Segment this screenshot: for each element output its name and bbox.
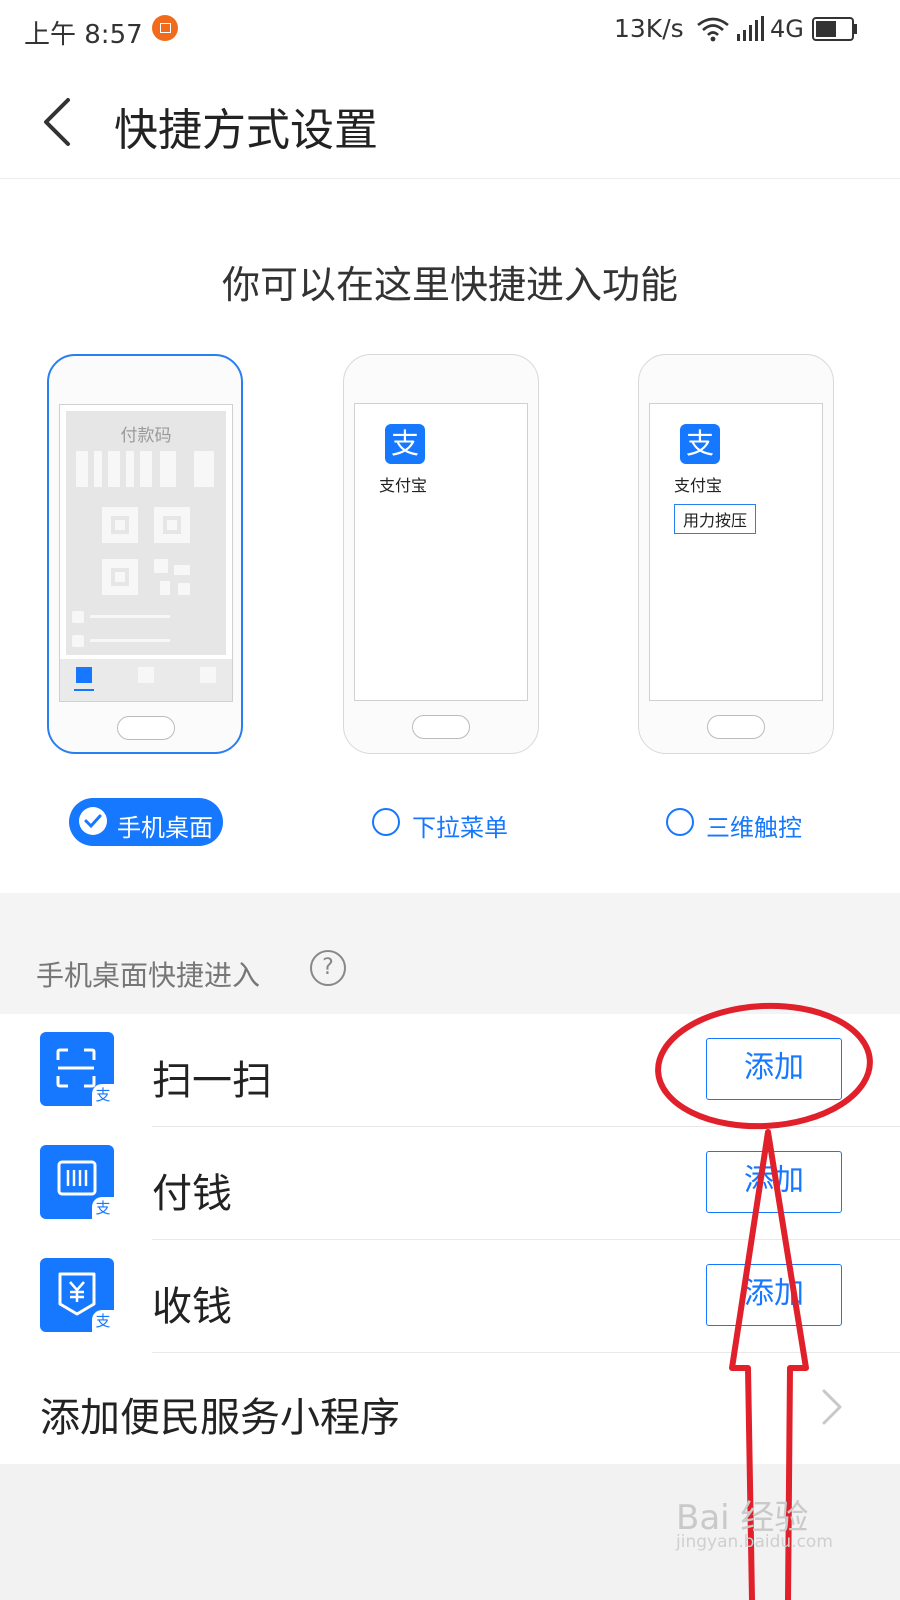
chevron-left-icon[interactable] — [36, 96, 80, 148]
more-label: 添加便民服务小程序 — [40, 1395, 400, 1441]
page-title: 快捷方式设置 — [114, 105, 378, 156]
network-type: 4G — [770, 15, 804, 43]
option-label: 手机桌面 — [117, 814, 213, 842]
status-time: 上午 8:57 — [24, 20, 143, 50]
alipay-badge: 支 — [92, 1084, 114, 1106]
network-speed: 13K/s — [614, 14, 684, 43]
preview-home-screen[interactable]: 付款码 — [47, 354, 243, 754]
tab-underline — [74, 689, 94, 691]
section-title: 手机桌面快捷进入 — [36, 959, 261, 992]
paycode-panel: 付款码 — [66, 411, 226, 655]
shortcut-list: 支 扫一扫 添加 支 付钱 添加 支 收钱 添加 添加便民服务小程序 — [0, 1014, 900, 1465]
list-bullet — [72, 611, 84, 623]
wifi-icon — [697, 17, 729, 42]
list-bullet — [72, 635, 84, 647]
intro-text: 你可以在这里快捷进入功能 — [221, 263, 678, 307]
preview-dropdown-menu[interactable]: 支 支付宝 — [343, 354, 539, 754]
alipay-badge: 支 — [92, 1310, 114, 1332]
tab-icon — [200, 667, 216, 683]
option-dropdown-menu[interactable]: 下拉菜单 — [372, 798, 522, 846]
list-item-receive: 支 收钱 添加 — [0, 1240, 900, 1353]
add-mini-program-row[interactable]: 添加便民服务小程序 — [0, 1353, 900, 1465]
help-icon[interactable]: ? — [310, 950, 346, 986]
shortcut-label: 收钱 — [152, 1284, 232, 1330]
alipay-badge: 支 — [92, 1197, 114, 1219]
home-button-graphic — [117, 716, 175, 740]
list-item-pay: 支 付钱 添加 — [0, 1127, 900, 1240]
chevron-right-icon — [822, 1389, 842, 1425]
add-pay-button[interactable]: 添加 — [706, 1151, 842, 1213]
add-receive-button[interactable]: 添加 — [706, 1264, 842, 1326]
app-label: 支付宝 — [674, 476, 723, 495]
list-line — [90, 615, 170, 618]
tab-icon — [138, 667, 154, 683]
preview-3d-touch[interactable]: 支 支付宝 用力按压 — [638, 354, 834, 754]
title-bar: 快捷方式设置 — [0, 60, 900, 179]
preview-tabbar — [60, 659, 232, 701]
signal-icon — [737, 16, 764, 41]
option-label: 三维触控 — [706, 814, 802, 842]
scan-icon: 支 — [40, 1032, 114, 1106]
app-label: 支付宝 — [379, 476, 428, 495]
shortcut-label: 扫一扫 — [152, 1058, 272, 1104]
qrcode-graphic — [102, 507, 190, 595]
option-label: 下拉菜单 — [412, 814, 508, 842]
preview-screen: 支 支付宝 用力按压 — [649, 403, 823, 701]
list-item-scan: 支 扫一扫 添加 — [0, 1014, 900, 1127]
press-tip: 用力按压 — [674, 504, 757, 534]
pay-icon: 支 — [40, 1145, 114, 1219]
receive-money-icon: 支 — [40, 1258, 114, 1332]
radio-icon — [666, 808, 694, 836]
notification-icon — [152, 15, 178, 41]
barcode-graphic — [76, 451, 214, 487]
home-button-graphic — [707, 715, 765, 739]
option-home-screen[interactable]: 手机桌面 — [69, 798, 223, 846]
alipay-icon: 支 — [385, 424, 425, 464]
radio-icon — [372, 808, 400, 836]
home-button-graphic — [412, 715, 470, 739]
watermark-url: jingyan.baidu.com — [676, 1532, 833, 1552]
preview-screen: 付款码 — [59, 404, 233, 702]
status-bar: 上午 8:57 13K/s 4G — [0, 0, 900, 60]
alipay-icon: 支 — [680, 424, 720, 464]
shortcut-label: 付钱 — [152, 1171, 232, 1217]
paycode-caption: 付款码 — [120, 426, 172, 446]
preview-screen: 支 支付宝 — [354, 403, 528, 701]
tab-icon-active — [76, 667, 92, 683]
check-icon — [79, 807, 107, 835]
list-line — [90, 639, 170, 642]
option-3d-touch[interactable]: 三维触控 — [666, 798, 816, 846]
add-scan-button[interactable]: 添加 — [706, 1038, 842, 1100]
battery-icon — [812, 17, 857, 41]
